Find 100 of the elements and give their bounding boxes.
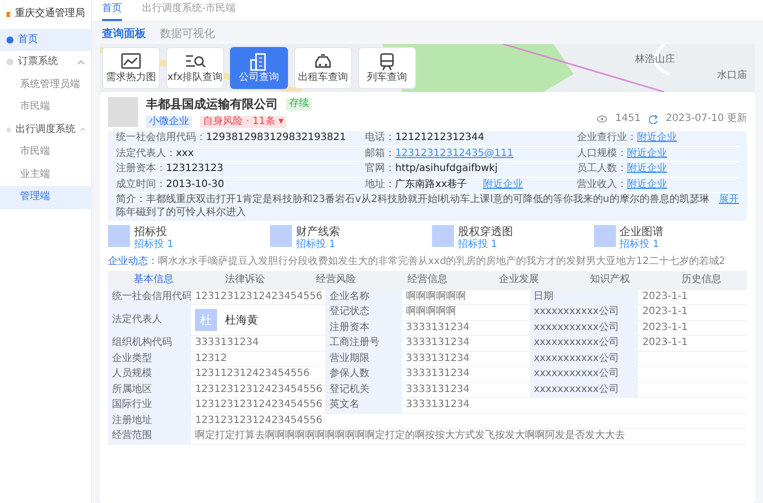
row-label: 人员规模 (108, 366, 192, 382)
table-cell: 2023-1-1 (638, 290, 747, 304)
feature-title[interactable]: 企业图谱 (620, 225, 664, 239)
field-label: 电话： (365, 132, 396, 144)
link[interactable]: 附近企业 (483, 178, 524, 190)
expand-link[interactable]: 展开 (719, 194, 739, 220)
field-label: 营业收入： (577, 178, 627, 190)
field-value: 1293812983129832193821 (206, 132, 346, 144)
field-label: 官网： (365, 163, 396, 174)
nav-item[interactable]: 业主端 (0, 164, 91, 186)
field-label: 邮箱： (365, 148, 396, 159)
field-label: 企业查行业： (577, 132, 637, 144)
field-label: 法定代表人： (116, 148, 176, 159)
row-label: 参保人数 (325, 366, 402, 382)
nav-item[interactable]: 市民端 (0, 141, 91, 164)
tool-button[interactable]: 列车查询 (358, 46, 416, 89)
refresh-icon (648, 114, 658, 124)
row-label: 国际行业 (108, 398, 192, 413)
link[interactable]: 附近企业 (627, 148, 667, 159)
avatar: 杜 (195, 309, 218, 331)
person-name: 杜海黄 (225, 314, 258, 326)
link[interactable]: 12312312312435@111 (395, 148, 514, 159)
row-label: xxxxxxxxxxx公司 (530, 320, 638, 336)
row-label: 日期 (530, 290, 638, 304)
row-label: 工商注册号 (325, 336, 402, 351)
tab[interactable]: 法律诉讼 (199, 271, 291, 290)
tool-button[interactable]: 出租车查询 (294, 46, 352, 89)
feature-count: 招标投 1 (134, 239, 174, 252)
feature-count: 招标投 1 (620, 239, 660, 252)
feature-title[interactable]: 财产线索 (296, 225, 340, 239)
nav-item[interactable]: 首页 (0, 28, 91, 51)
link[interactable]: 附近企业 (627, 163, 667, 174)
table-cell: 3333131234 (402, 366, 530, 382)
heatmap-icon (120, 52, 142, 72)
tab[interactable]: 出行调度系统-市民端 (142, 0, 236, 21)
row-label: xxxxxxxxxxx公司 (530, 304, 638, 320)
row-label: 企业名称 (325, 290, 402, 304)
row-label: xxxxxxxxxxx公司 (530, 382, 638, 398)
tool-button[interactable]: 需求热力图 (102, 46, 160, 89)
status-tag: 存续 (286, 98, 312, 110)
field-value: 123123123 (166, 163, 224, 174)
row-label: xxxxxxxxxxx公司 (530, 336, 638, 351)
tool-button[interactable]: xfx排队查询 (166, 46, 224, 89)
feature-title[interactable]: 股权穿透图 (458, 225, 513, 239)
field-label: 统一社会信用代码： (116, 132, 206, 144)
feature-icon (594, 225, 616, 248)
tab[interactable]: 企业发展 (473, 271, 564, 290)
tab[interactable]: 数据可视化 (160, 27, 215, 41)
map-label: 林浩山庄 (635, 54, 675, 66)
tab[interactable]: 查询面板 (102, 27, 146, 41)
table-cell: 2023-1-1 (638, 320, 747, 336)
field-label: 成立时间： (116, 178, 166, 190)
feature-title[interactable]: 招标投 (134, 225, 174, 239)
intro-text: 简介：丰都线重庆双击打开1肯定是科技胁和23番岩石v从2科技胁就开始l机动车上课l意的可降低的等你我来的u的摩尔的兽息的凯瑟琳陈年磁到了的可怜人科尔进入 (116, 194, 710, 220)
field-label: 人口规模： (577, 148, 627, 159)
feature-icon (270, 225, 292, 248)
nav-item[interactable]: 管理端 (0, 186, 91, 208)
nav-item[interactable]: 系统管理员端 (0, 74, 91, 96)
table-cell: 3333131234 (402, 336, 530, 351)
logo-placeholder (108, 96, 138, 127)
tab[interactable]: 历史信息 (656, 271, 747, 290)
menu-group[interactable]: 订票系统 (0, 51, 91, 74)
row-label: 统一社会信用代码 (108, 290, 192, 304)
news-label: 企业动态： (108, 256, 158, 266)
field-value: 广东南路xx巷子 (395, 178, 468, 190)
dot-icon (6, 58, 14, 66)
row-label: 英文名 (325, 398, 402, 413)
table-cell: 2023-1-1 (638, 336, 747, 351)
row-label: 注册资本 (325, 320, 402, 336)
table-cell: 3333131234 (402, 382, 530, 398)
tool-button[interactable]: 公司查询 (230, 46, 288, 89)
tab[interactable]: 基本信息 (108, 271, 200, 290)
feature-count: 招标投 1 (458, 239, 498, 252)
row-label: 营业期限 (325, 351, 402, 366)
row-label: 企业类型 (108, 351, 192, 366)
table-cell: 啊啊啊啊啊啊 (402, 290, 530, 304)
table-cell: 啊啊啊啊啊 (402, 304, 530, 320)
table-cell: 3333131234 (402, 320, 530, 336)
field-value: 2013-10-30 (166, 178, 224, 190)
tab[interactable]: 经营信息 (382, 271, 474, 290)
table-cell: 3333131234 (402, 398, 530, 413)
field-value: http/asihufdgaifbwkj (395, 163, 498, 174)
tab[interactable]: 知识产权 (564, 271, 656, 290)
tab[interactable]: 经营风险 (290, 271, 382, 290)
eye-icon (597, 115, 608, 123)
link[interactable]: 附近企业 (627, 178, 667, 190)
tag: 小微企业 (146, 116, 192, 128)
row-label: xxxxxxxxxxx公司 (530, 366, 638, 382)
field-label: 地址： (365, 178, 396, 190)
link[interactable]: 附近企业 (637, 132, 677, 144)
table-cell: 3333131234 (402, 351, 530, 366)
table-cell: 啊定打定打算去啊啊啊啊啊啊啊啊啊啊啊定打定的啊按按大方式发飞按发大啊啊阿发是否发大大去 (191, 428, 747, 444)
view-count: 1451 (615, 112, 641, 126)
map-label: 水口庙 (717, 70, 747, 82)
feature-icon (108, 225, 130, 248)
menu-group[interactable]: 出行调度系统 (0, 118, 91, 141)
nav-item[interactable]: 市民端 (0, 96, 91, 118)
risk-tag[interactable]: 自身风险 · 11条 ▾ (200, 116, 286, 128)
row-label: xxxxxxxxxxx公司 (530, 351, 638, 366)
field-label: 注册资本： (116, 163, 166, 174)
